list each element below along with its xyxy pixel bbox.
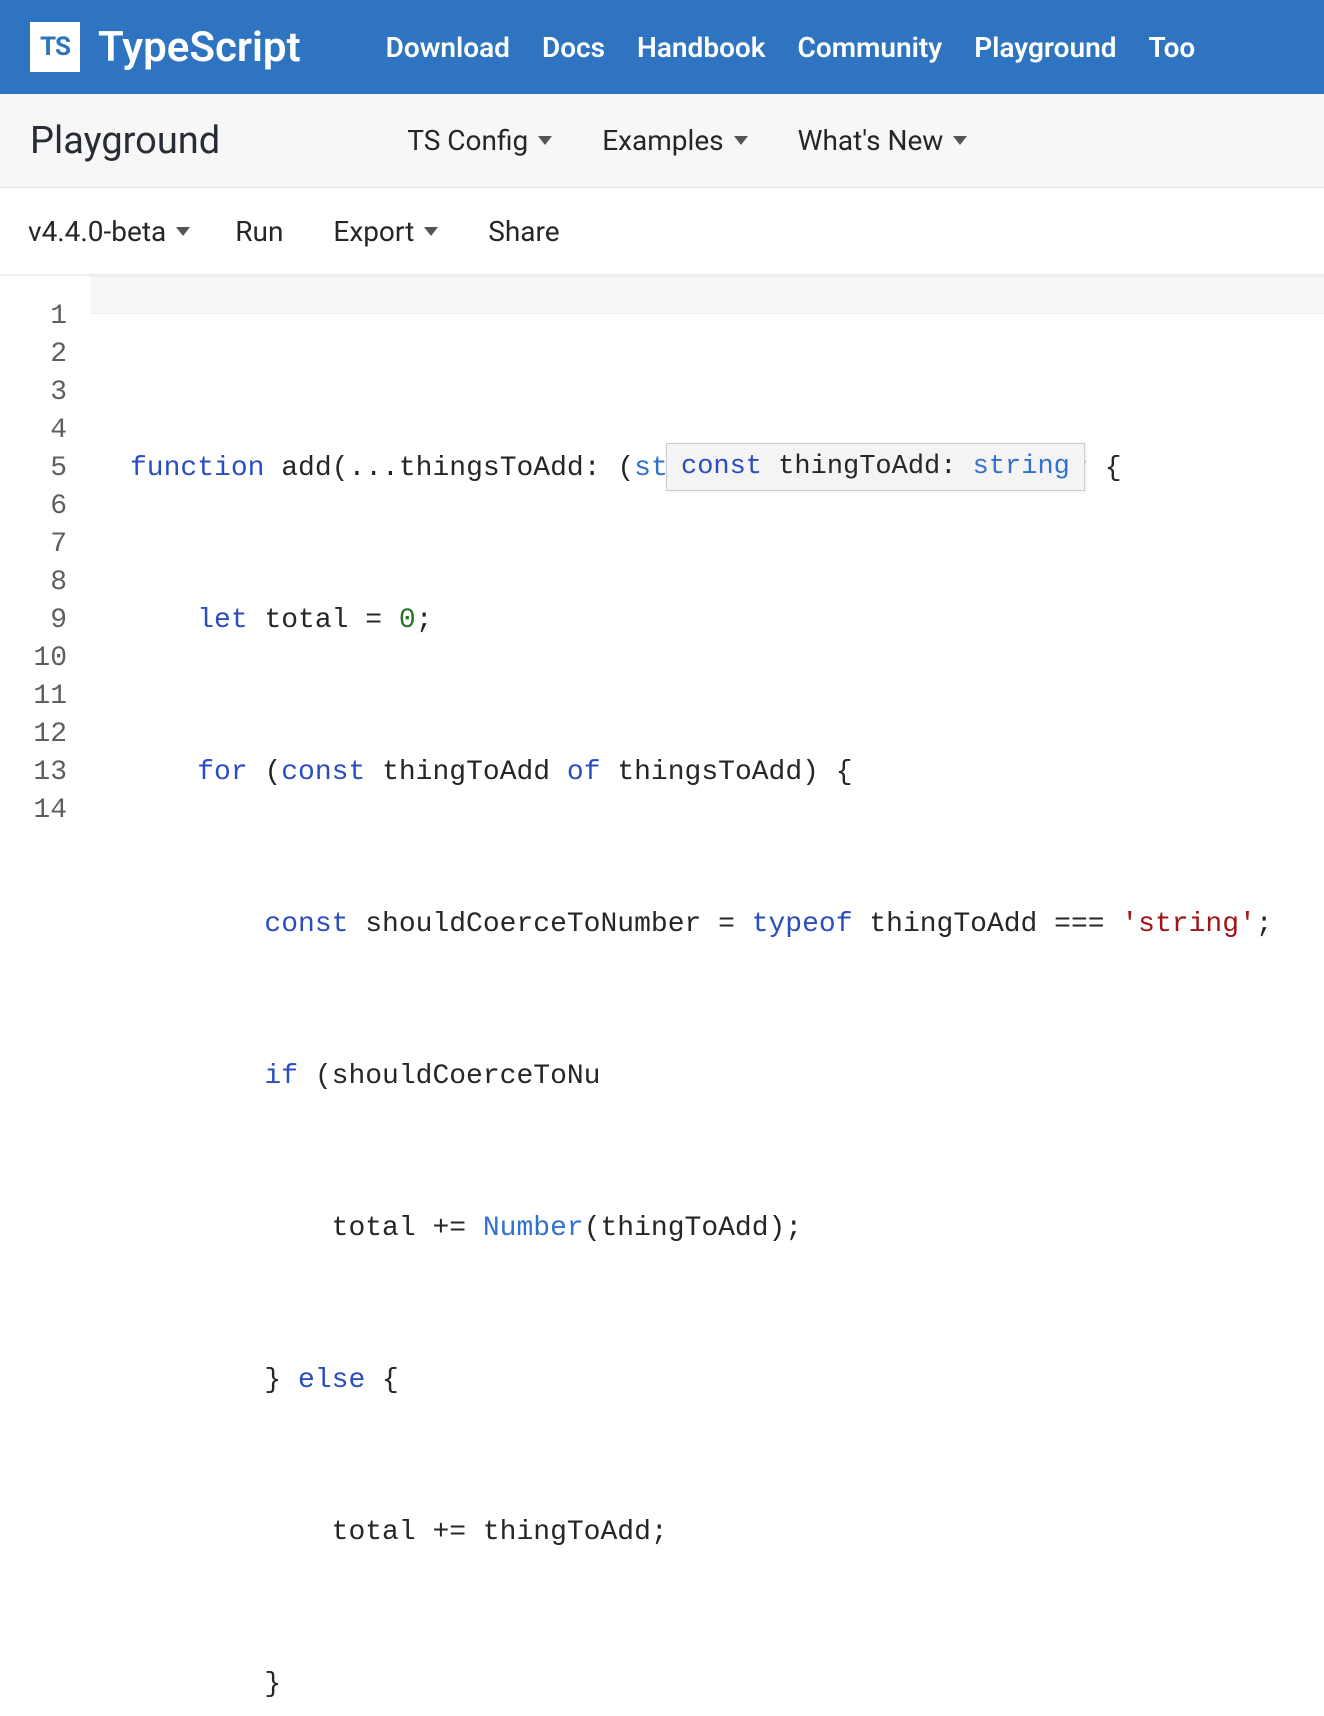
line-number: 2 bbox=[0, 336, 67, 374]
nav-community[interactable]: Community bbox=[798, 31, 943, 64]
code-line[interactable]: if (shouldCoerceToNu bbox=[130, 1058, 1324, 1096]
ts-config-dropdown[interactable]: TS Config bbox=[407, 124, 552, 157]
chevron-down-icon bbox=[176, 227, 190, 236]
line-number: 1 bbox=[0, 298, 67, 336]
sub-nav: Playground TS Config Examples What's New bbox=[0, 94, 1324, 188]
code-line[interactable]: const shouldCoerceToNumber = typeof thin… bbox=[130, 906, 1324, 944]
top-nav: TS TypeScript Download Docs Handbook Com… bbox=[0, 0, 1324, 94]
line-number-gutter: 1 2 3 4 5 6 7 8 9 10 11 12 13 14 bbox=[0, 276, 90, 1716]
page-title: Playground bbox=[30, 119, 220, 163]
line-number: 14 bbox=[0, 792, 67, 830]
version-label: v4.4.0-beta bbox=[28, 215, 166, 248]
editor-toolbar: v4.4.0-beta Run Export Share bbox=[0, 188, 1324, 276]
code-content[interactable]: function add(...thingsToAdd: (string | n… bbox=[90, 276, 1324, 1716]
line-number: 9 bbox=[0, 602, 67, 640]
code-line[interactable]: total += thingToAdd; bbox=[130, 1514, 1324, 1552]
line-number: 13 bbox=[0, 754, 67, 792]
logo-box[interactable]: TS bbox=[30, 22, 80, 72]
nav-playground[interactable]: Playground bbox=[974, 31, 1116, 64]
type-hover-tooltip: const thingToAdd: string bbox=[666, 443, 1085, 491]
line-number: 4 bbox=[0, 412, 67, 450]
line-number: 11 bbox=[0, 678, 67, 716]
chevron-down-icon bbox=[424, 227, 438, 236]
code-line[interactable]: for (const thingToAdd of thingsToAdd) { bbox=[130, 754, 1324, 792]
whats-new-label: What's New bbox=[798, 124, 944, 157]
share-button[interactable]: Share bbox=[488, 215, 559, 248]
code-line[interactable]: total += Number(thingToAdd); bbox=[130, 1210, 1324, 1248]
line-number: 6 bbox=[0, 488, 67, 526]
examples-label: Examples bbox=[602, 124, 723, 157]
brand-name[interactable]: TypeScript bbox=[98, 23, 301, 72]
nav-tools[interactable]: Too bbox=[1149, 31, 1196, 64]
code-line[interactable]: } bbox=[130, 1666, 1324, 1704]
ts-config-label: TS Config bbox=[407, 124, 528, 157]
examples-dropdown[interactable]: Examples bbox=[602, 124, 747, 157]
code-line[interactable]: let total = 0; bbox=[130, 602, 1324, 640]
current-line-highlight bbox=[90, 276, 1324, 314]
whats-new-dropdown[interactable]: What's New bbox=[798, 124, 968, 157]
chevron-down-icon bbox=[538, 136, 552, 145]
run-button[interactable]: Run bbox=[235, 215, 283, 248]
line-number: 10 bbox=[0, 640, 67, 678]
nav-handbook[interactable]: Handbook bbox=[637, 31, 766, 64]
line-number: 8 bbox=[0, 564, 67, 602]
subnav-menu: TS Config Examples What's New bbox=[407, 124, 967, 157]
line-number: 5 bbox=[0, 450, 67, 488]
line-number: 7 bbox=[0, 526, 67, 564]
line-number: 12 bbox=[0, 716, 67, 754]
top-nav-links: Download Docs Handbook Community Playgro… bbox=[386, 31, 1196, 64]
nav-docs[interactable]: Docs bbox=[542, 31, 605, 64]
code-editor[interactable]: 1 2 3 4 5 6 7 8 9 10 11 12 13 14 functio… bbox=[0, 276, 1324, 1716]
line-number: 3 bbox=[0, 374, 67, 412]
chevron-down-icon bbox=[953, 136, 967, 145]
chevron-down-icon bbox=[734, 136, 748, 145]
logo-text: TS bbox=[40, 32, 70, 62]
export-dropdown[interactable]: Export bbox=[333, 215, 438, 248]
code-line[interactable]: } else { bbox=[130, 1362, 1324, 1400]
nav-download[interactable]: Download bbox=[386, 31, 510, 64]
version-selector[interactable]: v4.4.0-beta bbox=[28, 215, 190, 248]
